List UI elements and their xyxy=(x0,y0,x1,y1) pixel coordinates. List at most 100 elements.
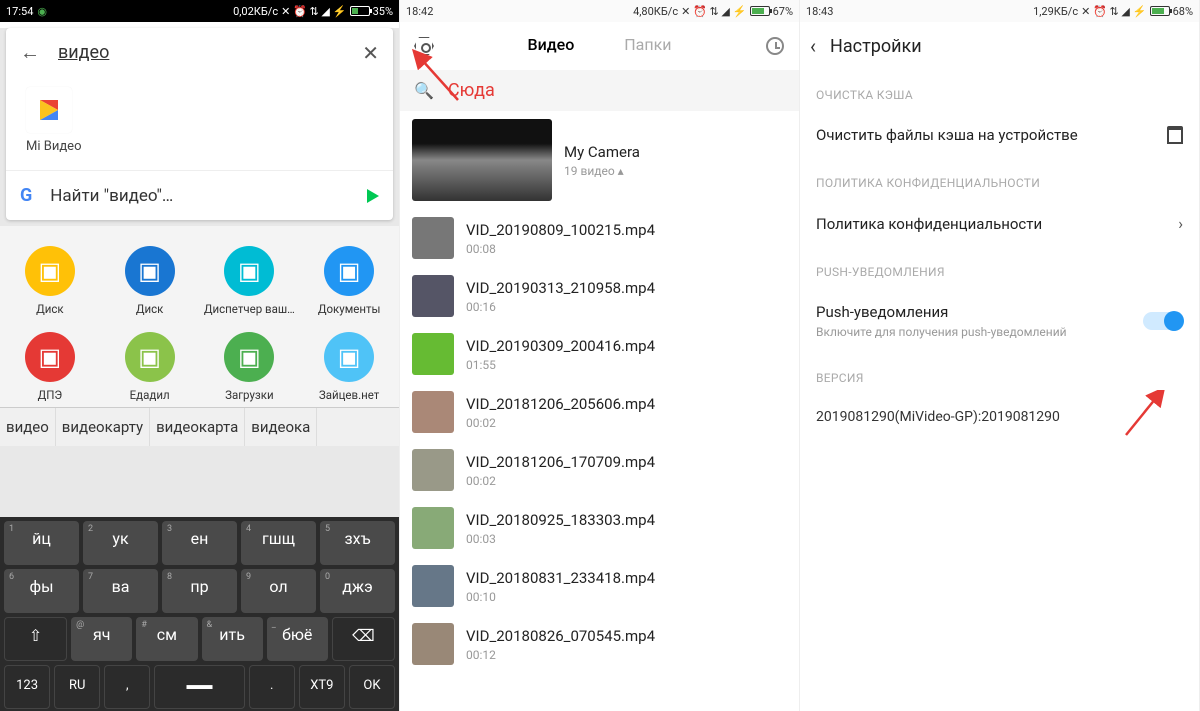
clear-cache-label: Очистить файлы кэша на устройстве xyxy=(816,126,1078,144)
suggestion[interactable]: видеокарту xyxy=(56,408,150,446)
settings-icon[interactable] xyxy=(400,36,448,56)
keyboard-suggestions: видеовидеокартувидеокартавидеока xyxy=(0,407,399,446)
app-icon[interactable]: ▣Загрузки xyxy=(200,326,300,412)
google-find-label: Найти "видео"… xyxy=(50,186,367,206)
folder-name: My Camera xyxy=(564,143,640,161)
video-duration: 00:02 xyxy=(466,416,655,430)
app-icon[interactable]: ▣Диспетчер ваш… xyxy=(200,240,300,326)
app-icon[interactable]: ▣Документы xyxy=(299,240,399,326)
status-bar: 17:54 ◉ 0,02КБ/с ✕ ⏰ ⇅ ◢ ⚡ 35% xyxy=(0,0,399,22)
privacy-row[interactable]: Политика конфиденциальности › xyxy=(800,200,1199,247)
app-icon[interactable]: ▣ДПЭ xyxy=(0,326,100,412)
key[interactable]: 4гшщ xyxy=(241,521,316,565)
key-␣[interactable]: ▬▬ xyxy=(154,665,244,709)
trash-icon xyxy=(1167,126,1183,144)
video-row[interactable]: VID_20181206_205606.mp4 00:02 xyxy=(400,383,799,441)
back-icon[interactable]: ‹ xyxy=(810,34,816,58)
video-name: VID_20180925_183303.mp4 xyxy=(466,511,655,529)
key-,[interactable]: , xyxy=(104,665,150,709)
status-bar: 18:42 4,80КБ/с ✕ ⏰ ⇅ ◢⚡ 67% xyxy=(400,0,799,22)
mi-video-icon xyxy=(26,87,72,133)
video-duration: 00:12 xyxy=(466,648,655,662)
key[interactable]: 6фы xyxy=(4,569,79,613)
push-toggle[interactable] xyxy=(1143,312,1183,330)
key-123[interactable]: 123 xyxy=(4,665,50,709)
app-icon[interactable]: ▣Едадил xyxy=(100,326,200,412)
video-row[interactable]: VID_20180831_233418.mp4 00:10 xyxy=(400,557,799,615)
back-icon[interactable]: ← xyxy=(20,40,40,65)
video-name: VID_20190313_210958.mp4 xyxy=(466,279,655,297)
key[interactable]: 5зхъ xyxy=(320,521,395,565)
video-duration: 00:10 xyxy=(466,590,655,604)
status-batt: 67% xyxy=(773,5,793,18)
google-search-row[interactable]: G Найти "видео"… xyxy=(6,170,393,220)
clear-cache-row[interactable]: Очистить файлы кэша на устройстве xyxy=(800,112,1199,158)
app-grid: ▣Диск▣Диск▣Диспетчер ваш…▣Документы▣ДПЭ▣… xyxy=(0,226,399,412)
tab-video[interactable]: Видео xyxy=(527,35,574,58)
play-store-icon xyxy=(367,189,379,203)
video-thumb xyxy=(412,565,454,607)
suggestion[interactable]: видеокарта xyxy=(150,408,245,446)
video-row[interactable]: VID_20180826_070545.mp400:12 xyxy=(400,615,799,673)
video-name: VID_20181206_170709.mp4 xyxy=(466,453,655,471)
video-thumb xyxy=(412,391,454,433)
video-name: VID_20180831_233418.mp4 xyxy=(466,569,655,587)
video-thumb xyxy=(412,275,454,317)
status-time: 18:43 xyxy=(806,5,833,18)
video-thumb xyxy=(412,507,454,549)
push-row[interactable]: Push-уведомления Включите для получения … xyxy=(800,289,1199,353)
app-icon[interactable]: ▣Зайцев.нет xyxy=(299,326,399,412)
video-row[interactable]: VID_20181206_170709.mp400:02 xyxy=(400,441,799,499)
video-row[interactable]: VID_20180925_183303.mp4 00:03 xyxy=(400,499,799,557)
search-bar[interactable]: 🔍 Сюда xyxy=(400,70,799,111)
backspace-key[interactable]: ⌫ xyxy=(332,617,395,661)
video-row[interactable]: VID_20190809_100215.mp400:08 xyxy=(400,209,799,267)
video-thumb xyxy=(412,333,454,375)
screen-video-list: 18:42 4,80КБ/с ✕ ⏰ ⇅ ◢⚡ 67% Видео Папки … xyxy=(400,0,800,711)
video-name: VID_20190309_200416.mp4 xyxy=(466,337,655,355)
folder-meta: 19 видео ▴ xyxy=(564,164,640,178)
shift-key[interactable]: ⇧ xyxy=(4,617,67,661)
key[interactable]: 8пр xyxy=(162,569,237,613)
key[interactable]: 3ен xyxy=(162,521,237,565)
key[interactable]: 9ол xyxy=(241,569,316,613)
clear-icon[interactable]: ✕ xyxy=(362,41,379,65)
suggestion[interactable]: видео xyxy=(0,408,56,446)
video-row[interactable]: VID_20190309_200416.mp401:55 xyxy=(400,325,799,383)
history-icon[interactable] xyxy=(751,37,799,55)
key[interactable]: 2ук xyxy=(83,521,158,565)
app-icon[interactable]: ▣Диск xyxy=(100,240,200,326)
video-duration: 00:08 xyxy=(466,242,655,256)
key[interactable]: _бюё xyxy=(267,617,328,661)
key-.[interactable]: . xyxy=(249,665,295,709)
push-sub: Включите для получения push-уведомлений xyxy=(816,325,1067,339)
app-result[interactable]: Mi Видео xyxy=(6,77,393,170)
key-XT9[interactable]: XT9 xyxy=(299,665,345,709)
app-icon[interactable]: ▣Диск xyxy=(0,240,100,326)
section-push: PUSH-УВЕДОМЛЕНИЯ xyxy=(800,247,1199,289)
privacy-label: Политика конфиденциальности xyxy=(816,215,1042,233)
tab-folders[interactable]: Папки xyxy=(624,35,671,58)
status-time: 17:54 xyxy=(6,5,33,18)
status-batt: 35% xyxy=(373,5,393,18)
video-duration: 00:03 xyxy=(466,532,655,546)
video-row[interactable]: VID_20190313_210958.mp400:16 xyxy=(400,267,799,325)
key[interactable]: #см xyxy=(136,617,197,661)
key[interactable]: 0джэ xyxy=(320,569,395,613)
key[interactable]: @яч xyxy=(71,617,132,661)
page-title: Настройки xyxy=(830,36,922,57)
header: Видео Папки xyxy=(400,22,799,70)
search-input[interactable]: видео xyxy=(58,42,362,63)
key[interactable]: 1йц xyxy=(4,521,79,565)
video-thumb xyxy=(412,623,454,665)
chevron-right-icon: › xyxy=(1178,214,1183,233)
key-RU[interactable]: RU xyxy=(54,665,100,709)
suggestion[interactable]: видеока xyxy=(245,408,317,446)
video-name: VID_20181206_205606.mp4 xyxy=(466,395,655,413)
folder-row[interactable]: My Camera 19 видео ▴ xyxy=(400,111,799,209)
key[interactable]: &ить xyxy=(202,617,263,661)
key-OK[interactable]: OK xyxy=(349,665,395,709)
key[interactable]: 7ва xyxy=(83,569,158,613)
status-net: 0,02КБ/с xyxy=(233,5,278,18)
video-thumb xyxy=(412,449,454,491)
